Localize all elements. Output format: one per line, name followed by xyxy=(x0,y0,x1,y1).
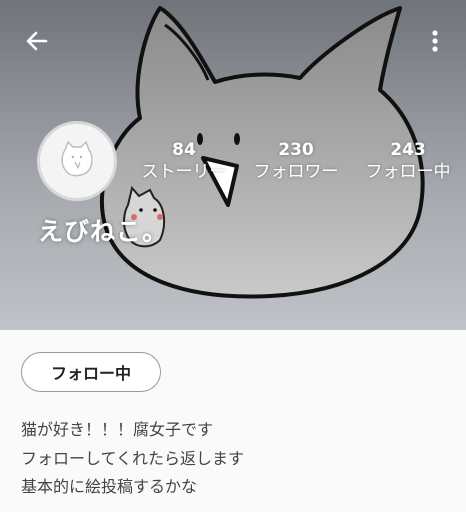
stat-followers-label: フォロワー xyxy=(253,162,339,182)
bio-line: 猫が好き！！！腐女子です xyxy=(21,420,214,439)
stat-following[interactable]: 243 フォロー中 xyxy=(362,140,454,184)
bio-line: 基本的に絵投稿するかな xyxy=(21,477,198,496)
avatar-image xyxy=(61,140,93,177)
profile-header: 84 ストーリー 230 フォロワー 243 フォロー中 えびねこ。 xyxy=(0,0,466,330)
stat-followers-count: 230 xyxy=(278,140,314,160)
arrow-left-icon xyxy=(26,31,48,51)
profile-content: フォロー中 猫が好き！！！腐女子です フォローしてくれたら返します 基本的に絵投… xyxy=(0,330,466,512)
more-vertical-icon xyxy=(432,30,438,52)
avatar[interactable] xyxy=(37,121,117,201)
stat-stories-label: ストーリー xyxy=(141,162,227,182)
back-button[interactable] xyxy=(22,26,52,56)
stat-following-count: 243 xyxy=(390,140,426,160)
stat-stories[interactable]: 84 ストーリー xyxy=(140,140,228,184)
stat-followers[interactable]: 230 フォロワー xyxy=(250,140,342,184)
stat-following-label: フォロー中 xyxy=(365,162,451,182)
more-options-button[interactable] xyxy=(420,26,450,56)
bio: 猫が好き！！！腐女子です フォローしてくれたら返します 基本的に絵投稿するかな xyxy=(21,416,244,502)
following-button[interactable]: フォロー中 xyxy=(21,352,161,392)
username: えびねこ。 xyxy=(38,217,169,246)
stat-stories-count: 84 xyxy=(172,140,196,160)
bio-line: フォローしてくれたら返します xyxy=(21,448,245,468)
